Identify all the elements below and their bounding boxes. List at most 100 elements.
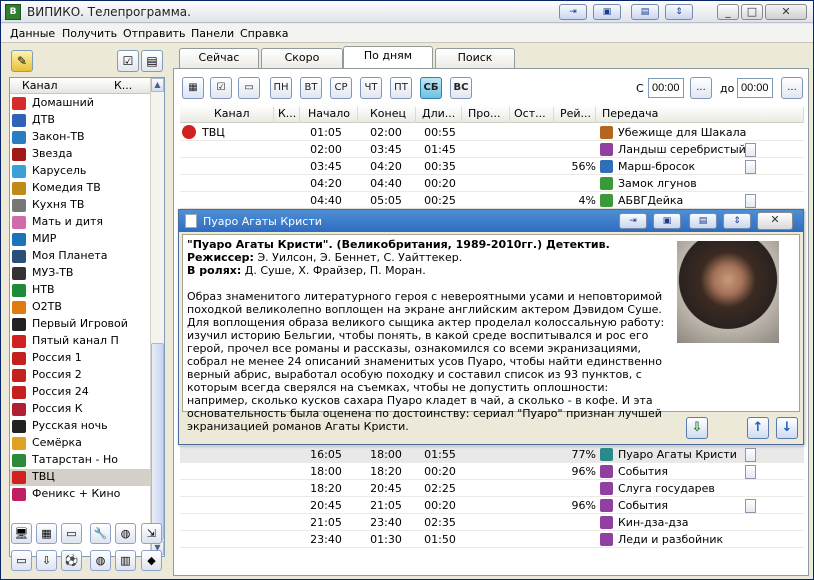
channel-item[interactable]: Первый Игровой — [10, 316, 152, 333]
monitor-icon[interactable]: ▭ — [11, 550, 32, 571]
col-remaining[interactable]: Ост... — [510, 107, 554, 123]
to-time-input[interactable] — [737, 78, 773, 98]
arrow-down-icon[interactable]: ↓ — [776, 417, 798, 439]
schedule-row[interactable]: 16:05 18:00 01:55 77% Пуаро Агаты Кристи — [180, 446, 804, 463]
collapse-icon[interactable]: ⇕ — [665, 4, 693, 20]
channel-item[interactable]: Семёрка — [10, 435, 152, 452]
tab-by-days[interactable]: По дням — [343, 46, 433, 69]
day-sun[interactable]: ВС — [450, 77, 472, 99]
tab-soon[interactable]: Скоро — [261, 48, 343, 68]
pin-icon[interactable]: ⇥ — [559, 4, 587, 20]
close-button[interactable]: ✕ — [765, 4, 807, 20]
globe-icon[interactable]: ◍ — [115, 523, 136, 544]
download-icon[interactable]: ⇩ — [36, 550, 57, 571]
from-time-input[interactable] — [648, 78, 684, 98]
tile-icon[interactable]: ▣ — [593, 4, 621, 20]
description-icon[interactable] — [745, 448, 756, 462]
channel-item[interactable]: Татарстан - Но — [10, 452, 152, 469]
channel-column-header[interactable]: Канал — [22, 79, 58, 92]
menu-get[interactable]: Получить — [62, 27, 117, 40]
channel-item[interactable]: Русская ночь — [10, 418, 152, 435]
channel-item[interactable]: Россия 24 — [10, 384, 152, 401]
day-sat[interactable]: СБ — [420, 77, 442, 99]
day-mon[interactable]: ПН — [270, 77, 292, 99]
day-fri[interactable]: ПТ — [390, 77, 412, 99]
channel-item[interactable]: ДТВ — [10, 112, 152, 129]
menu-help[interactable]: Справка — [240, 27, 288, 40]
popup-collapse-icon[interactable]: ⇕ — [723, 213, 751, 229]
channel-item[interactable]: Пятый канал П — [10, 333, 152, 350]
schedule-row[interactable]: 23:40 01:30 01:50 Леди и разбойник — [180, 531, 804, 548]
channel-item[interactable]: Россия К — [10, 401, 152, 418]
channel-item[interactable]: Карусель — [10, 163, 152, 180]
export-icon[interactable]: ⇲ — [141, 523, 162, 544]
popup-close-button[interactable]: ✕ — [757, 212, 793, 230]
fox-icon[interactable]: ◆ — [141, 550, 162, 571]
channel-item[interactable]: Комедия ТВ — [10, 180, 152, 197]
schedule-row[interactable]: 04:20 04:40 00:20 Замок лгунов — [180, 175, 804, 192]
globe-down-icon[interactable]: ◍ — [90, 550, 111, 571]
list-icon[interactable]: ▤ — [141, 50, 163, 72]
col-channel[interactable]: Канал — [180, 107, 274, 123]
schedule-row[interactable]: 02:00 03:45 01:45 Ландыш серебристый — [180, 141, 804, 158]
channel-item[interactable]: МУЗ-ТВ — [10, 265, 152, 282]
channel-item[interactable]: Кухня ТВ — [10, 197, 152, 214]
popup-title-bar[interactable]: Пуаро Агаты Кристи ⇥ ▣ ▤ ⇕ ✕ — [179, 210, 803, 232]
description-icon[interactable] — [745, 194, 756, 208]
day-thu[interactable]: ЧТ — [360, 77, 382, 99]
col-start[interactable]: Начало — [302, 107, 358, 123]
day-wed[interactable]: СР — [330, 77, 352, 99]
popup-tile-icon[interactable]: ▣ — [653, 213, 681, 229]
channel-item[interactable]: Закон-ТВ — [10, 129, 152, 146]
popup-pin-icon[interactable]: ⇥ — [619, 213, 647, 229]
save-icon[interactable]: ⇩ — [686, 417, 708, 439]
from-browse-button[interactable]: ... — [690, 77, 712, 99]
channel-item[interactable]: Феникс + Кино — [10, 486, 152, 503]
menu-data[interactable]: Данные — [10, 27, 55, 40]
football-icon[interactable]: ⚽ — [61, 550, 82, 571]
col-duration[interactable]: Дли... — [418, 107, 462, 123]
scroll-thumb[interactable] — [151, 343, 164, 540]
calendar-icon[interactable]: ▦ — [182, 77, 204, 99]
schedule-row[interactable]: 03:45 04:20 00:35 56% Марш-бросок — [180, 158, 804, 175]
col-rating[interactable]: Рей... — [556, 107, 596, 123]
channel-item[interactable]: Моя Планета — [10, 248, 152, 265]
tool-icon[interactable]: 🔧 — [90, 523, 111, 544]
day-tue[interactable]: ВТ — [300, 77, 322, 99]
description-icon[interactable] — [745, 499, 756, 513]
box-icon[interactable]: ▦ — [36, 523, 57, 544]
tab-now[interactable]: Сейчас — [179, 48, 259, 68]
channel-item[interactable]: Россия 2 — [10, 367, 152, 384]
blank-list-icon[interactable]: ▭ — [238, 77, 260, 99]
popup-panel-icon[interactable]: ▤ — [689, 213, 717, 229]
channel-item[interactable]: ТВЦ — [10, 469, 152, 486]
arrow-up-icon[interactable]: ↑ — [747, 417, 769, 439]
channel-item[interactable]: НТВ — [10, 282, 152, 299]
book-icon[interactable]: ▥ — [115, 550, 136, 571]
channel-item[interactable]: Мать и дитя — [10, 214, 152, 231]
channel-item[interactable]: О2ТВ — [10, 299, 152, 316]
document-icon[interactable]: ▭ — [61, 523, 82, 544]
channel-item[interactable]: МИР — [10, 231, 152, 248]
maximize-button[interactable]: □ — [741, 4, 763, 20]
col-short[interactable]: К... — [276, 107, 300, 123]
channel-item[interactable]: Звезда — [10, 146, 152, 163]
schedule-row[interactable]: 18:00 18:20 00:20 96% События — [180, 463, 804, 480]
channel-list[interactable]: Канал К... Домашний ДТВ Закон-ТВ Звезда Кару… — [9, 77, 165, 557]
menu-panels[interactable]: Панели — [191, 27, 234, 40]
schedule-row[interactable]: 20:45 21:05 00:20 96% События — [180, 497, 804, 514]
schedule-row[interactable]: ТВЦ 01:05 02:00 00:55 Убежище для Шакала — [180, 124, 804, 141]
title-bar[interactable]: В ВИПИКО. Телепрограмма. ⇥ ▣ ▤ ⇕ _ □ ✕ — [1, 1, 813, 23]
schedule-row[interactable]: 04:40 05:05 00:25 4% АБВГДейка — [180, 192, 804, 209]
channel-item[interactable]: Россия 1 — [10, 350, 152, 367]
show-channel-icon[interactable]: 🖥 — [11, 523, 32, 544]
favorites-icon[interactable]: ✎ — [11, 50, 33, 72]
checklist2-icon[interactable]: ☑ — [210, 77, 232, 99]
short-column-header[interactable]: К... — [114, 79, 132, 92]
col-program[interactable]: Передача — [598, 107, 804, 123]
schedule-row[interactable]: 18:20 20:45 02:25 Слуга государев — [180, 480, 804, 497]
channel-list-scrollbar[interactable]: ▲ ▼ — [150, 78, 164, 556]
schedule-row[interactable]: 21:05 23:40 02:35 Кин-дза-дза — [180, 514, 804, 531]
description-icon[interactable] — [745, 143, 756, 157]
description-icon[interactable] — [745, 465, 756, 479]
